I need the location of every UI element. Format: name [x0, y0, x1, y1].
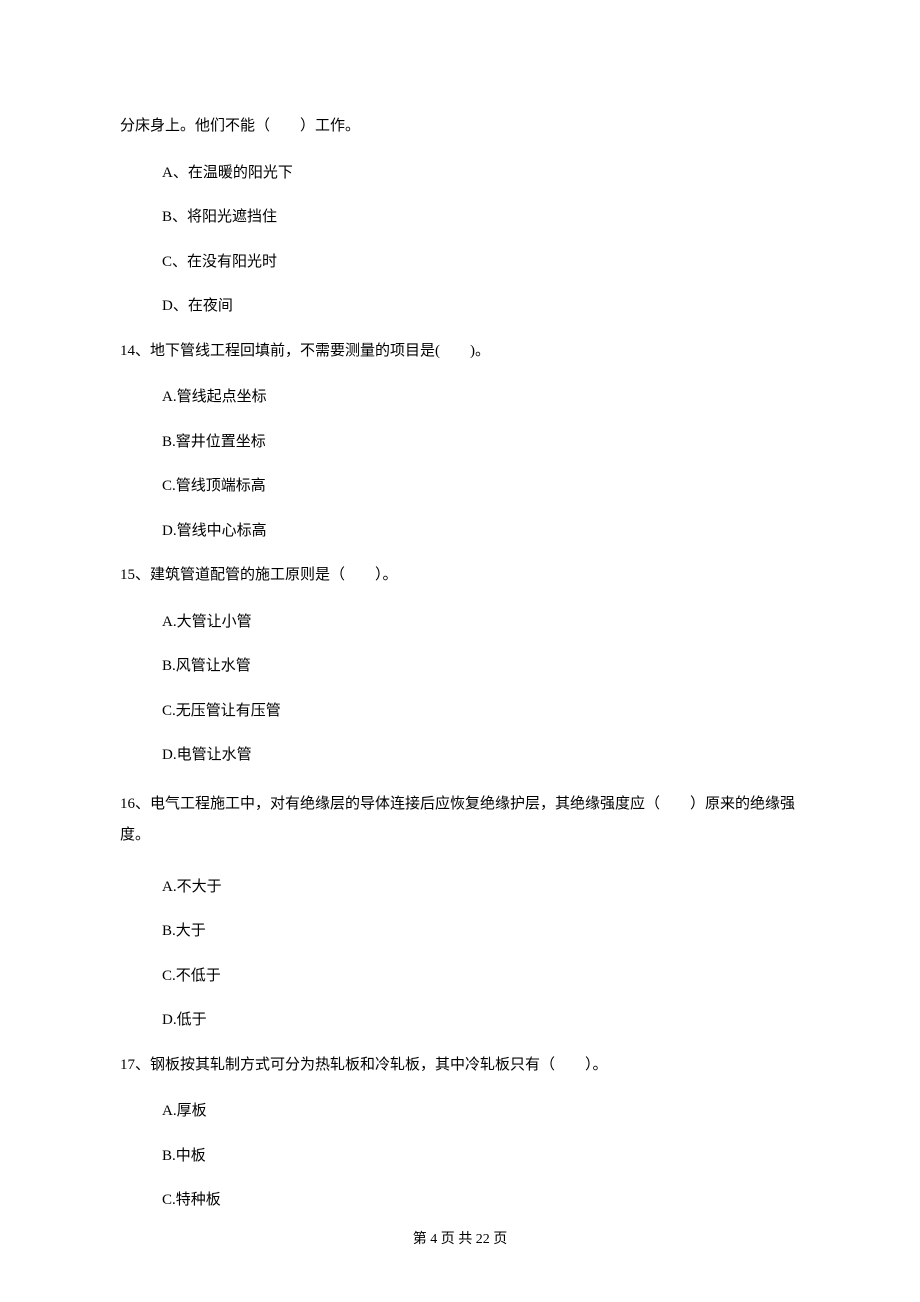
q17-option-c: C.特种板: [120, 1189, 800, 1212]
q13-option-a: A、在温暖的阳光下: [120, 162, 800, 185]
q14-option-a: A.管线起点坐标: [120, 386, 800, 409]
q16-stem: 16、电气工程施工中，对有绝缘层的导体连接后应恢复绝缘护层，其绝缘强度应（ ）原…: [120, 789, 800, 852]
q17-stem: 17、钢板按其轧制方式可分为热轧板和冷轧板，其中冷轧板只有（ ）。: [120, 1054, 800, 1077]
q15-stem: 15、建筑管道配管的施工原则是（ ）。: [120, 564, 800, 587]
q13-stem-continued: 分床身上。他们不能（ ）工作。: [120, 115, 800, 138]
q17-option-b: B.中板: [120, 1145, 800, 1168]
q17-option-a: A.厚板: [120, 1100, 800, 1123]
q15-option-a: A.大管让小管: [120, 611, 800, 634]
q14-option-b: B.窨井位置坐标: [120, 431, 800, 454]
q14-stem: 14、地下管线工程回填前，不需要测量的项目是( )。: [120, 340, 800, 363]
q14-option-d: D.管线中心标高: [120, 520, 800, 543]
q16-option-b: B.大于: [120, 920, 800, 943]
page-footer: 第 4 页 共 22 页: [0, 1228, 920, 1248]
q16-option-a: A.不大于: [120, 876, 800, 899]
q13-option-d: D、在夜间: [120, 295, 800, 318]
q13-option-c: C、在没有阳光时: [120, 251, 800, 274]
q16-option-c: C.不低于: [120, 965, 800, 988]
q15-option-c: C.无压管让有压管: [120, 700, 800, 723]
page-content: 分床身上。他们不能（ ）工作。 A、在温暖的阳光下 B、将阳光遮挡住 C、在没有…: [0, 0, 920, 1212]
q15-option-b: B.风管让水管: [120, 655, 800, 678]
q14-option-c: C.管线顶端标高: [120, 475, 800, 498]
q13-option-b: B、将阳光遮挡住: [120, 206, 800, 229]
q16-option-d: D.低于: [120, 1009, 800, 1032]
q15-option-d: D.电管让水管: [120, 744, 800, 767]
